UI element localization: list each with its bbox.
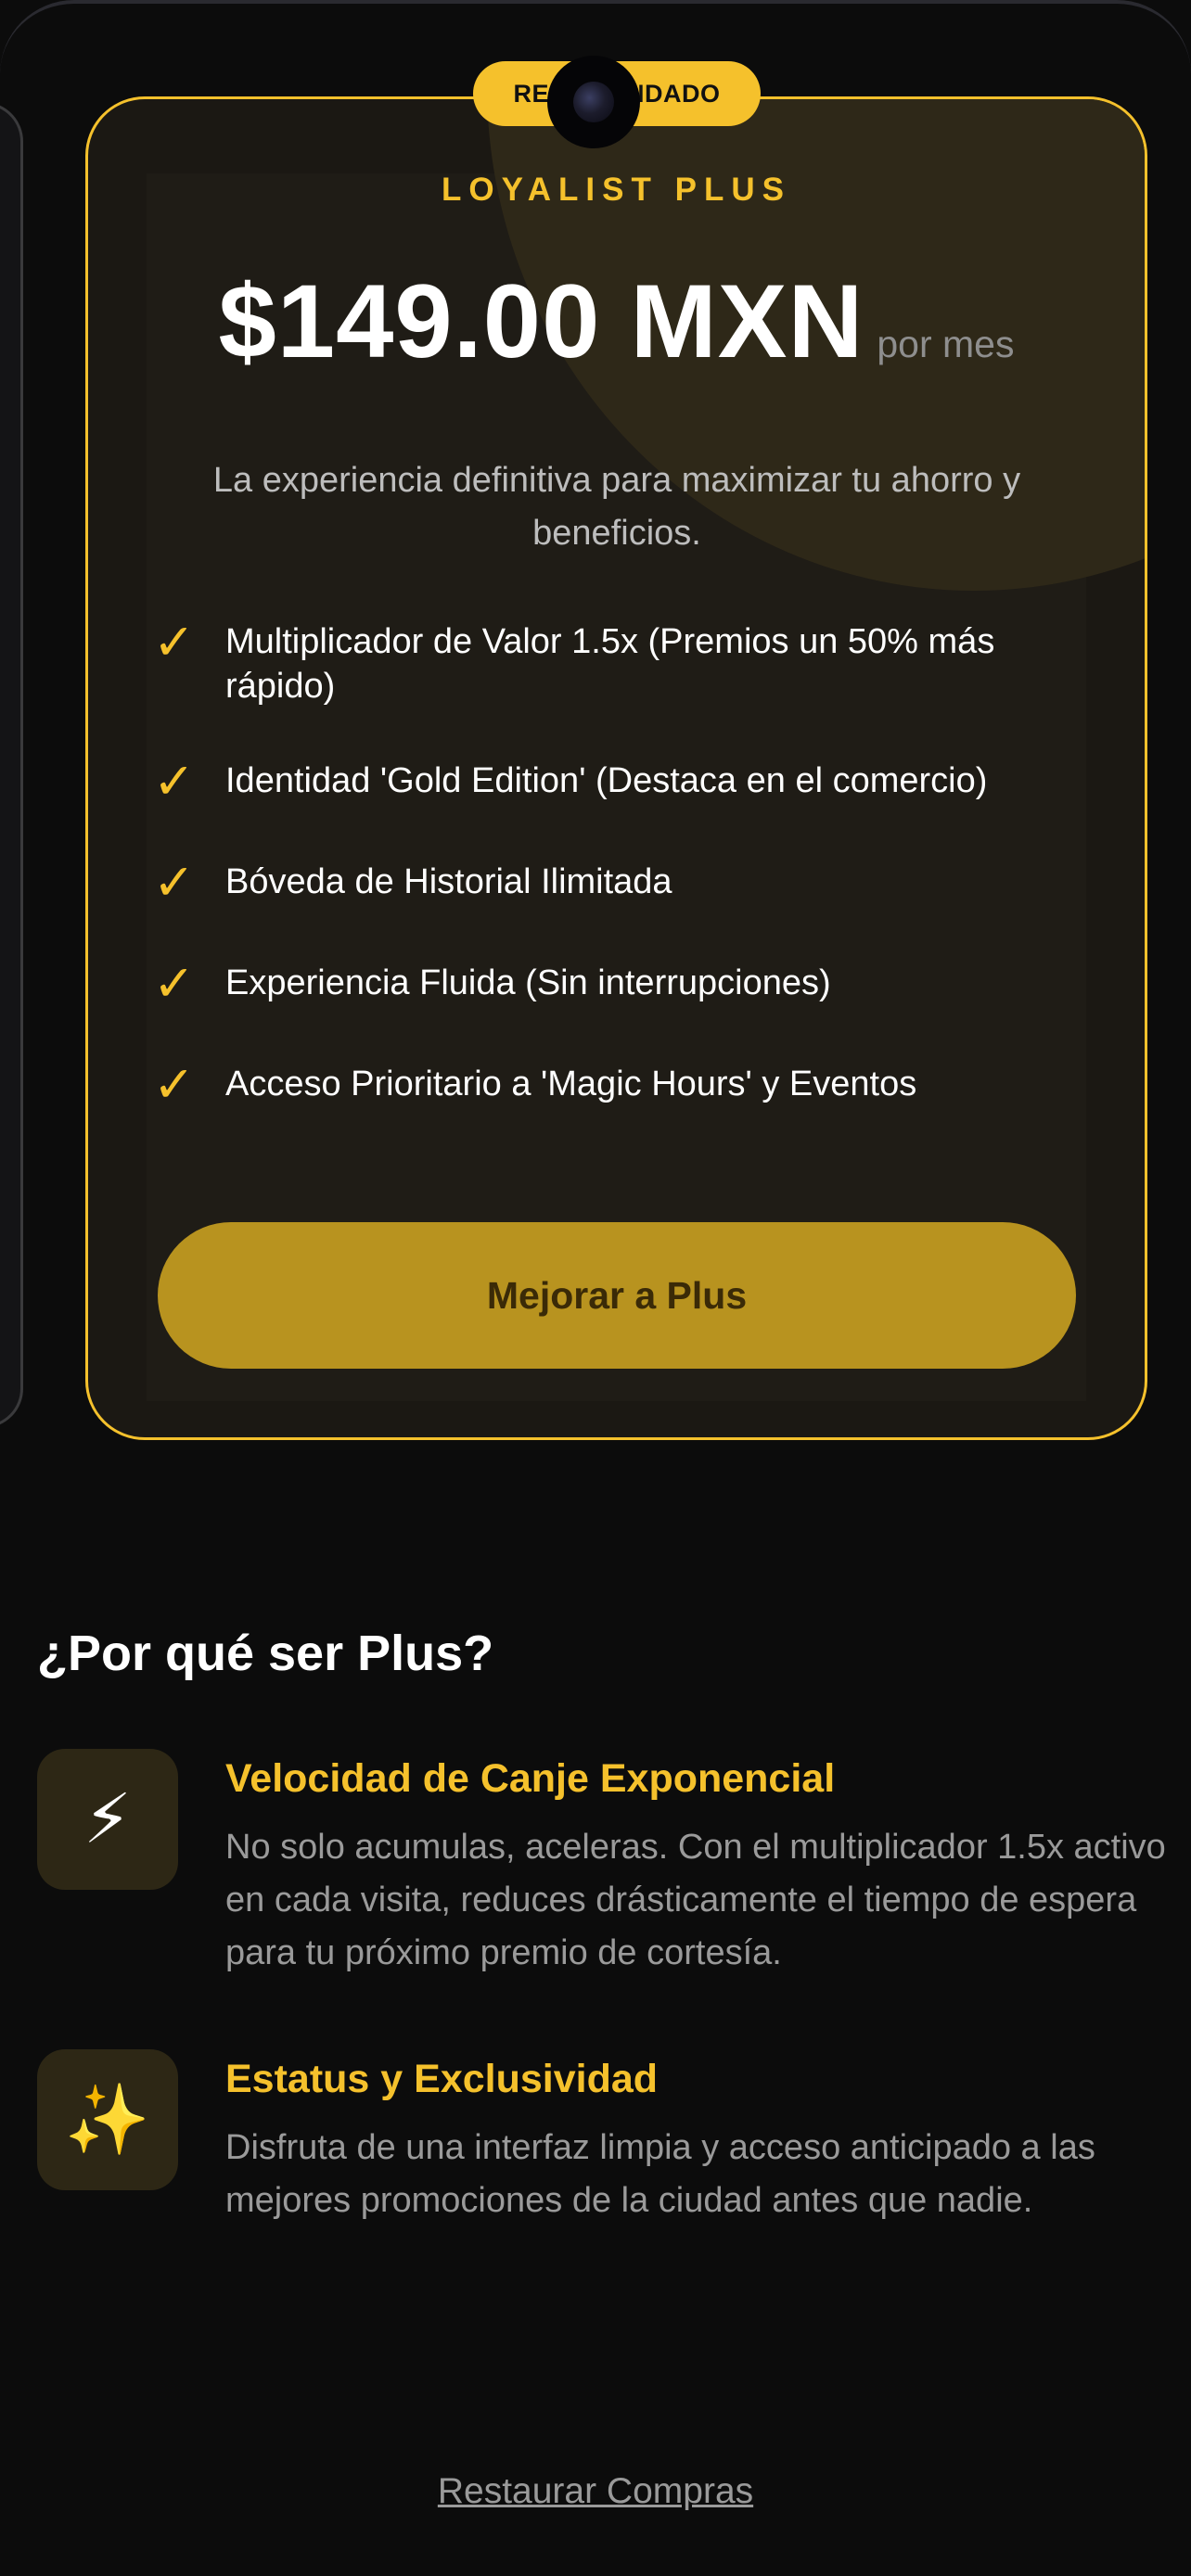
feature-item: ✓ Experiencia Fluida (Sin interrupciones… <box>153 956 1090 1012</box>
section-title: ¿Por qué ser Plus? <box>37 1626 494 1681</box>
upgrade-plus-button[interactable]: Mejorar a Plus <box>158 1222 1076 1369</box>
restore-purchases-link[interactable]: Restaurar Compras <box>0 2471 1191 2512</box>
check-icon: ✓ <box>153 754 196 810</box>
price-row: $149.00 MXN por mes <box>85 261 1147 381</box>
plan-name: LOYALIST PLUS <box>442 172 791 208</box>
plan-description: La experiencia definitiva para maximizar… <box>212 461 1021 553</box>
feature-text: Identidad 'Gold Edition' (Destaca en el … <box>225 761 988 800</box>
benefit-description: No solo acumulas, aceleras. Con el multi… <box>225 1828 1166 1972</box>
feature-text: Acceso Prioritario a 'Magic Hours' y Eve… <box>225 1065 917 1103</box>
check-icon: ✓ <box>153 956 196 1012</box>
feature-item: ✓ Identidad 'Gold Edition' (Destaca en e… <box>153 754 1090 810</box>
benefit-title: Estatus y Exclusividad <box>225 2057 659 2101</box>
benefit-description: Disfruta de una interfaz limpia y acceso… <box>225 2128 1095 2220</box>
previous-plan-card[interactable] <box>0 102 23 1428</box>
sparkles-icon: ✨ <box>37 2049 178 2190</box>
benefit-title: Velocidad de Canje Exponencial <box>225 1756 836 1801</box>
plan-price: $149.00 MXN <box>218 263 864 379</box>
front-camera <box>547 56 640 148</box>
feature-text: Bóveda de Historial Ilimitada <box>225 862 672 901</box>
camera-lens-icon <box>573 82 614 122</box>
feature-text: Multiplicador de Valor 1.5x (Premios un … <box>225 622 995 706</box>
check-icon: ✓ <box>153 855 196 911</box>
feature-item: ✓ Multiplicador de Valor 1.5x (Premios u… <box>153 615 1090 708</box>
check-icon: ✓ <box>153 615 196 670</box>
lightning-icon: ⚡ <box>37 1749 178 1890</box>
price-period: por mes <box>877 323 1015 365</box>
check-icon: ✓ <box>153 1057 196 1113</box>
feature-item: ✓ Bóveda de Historial Ilimitada <box>153 855 1090 911</box>
feature-text: Experiencia Fluida (Sin interrupciones) <box>225 963 831 1002</box>
feature-item: ✓ Acceso Prioritario a 'Magic Hours' y E… <box>153 1057 1090 1113</box>
